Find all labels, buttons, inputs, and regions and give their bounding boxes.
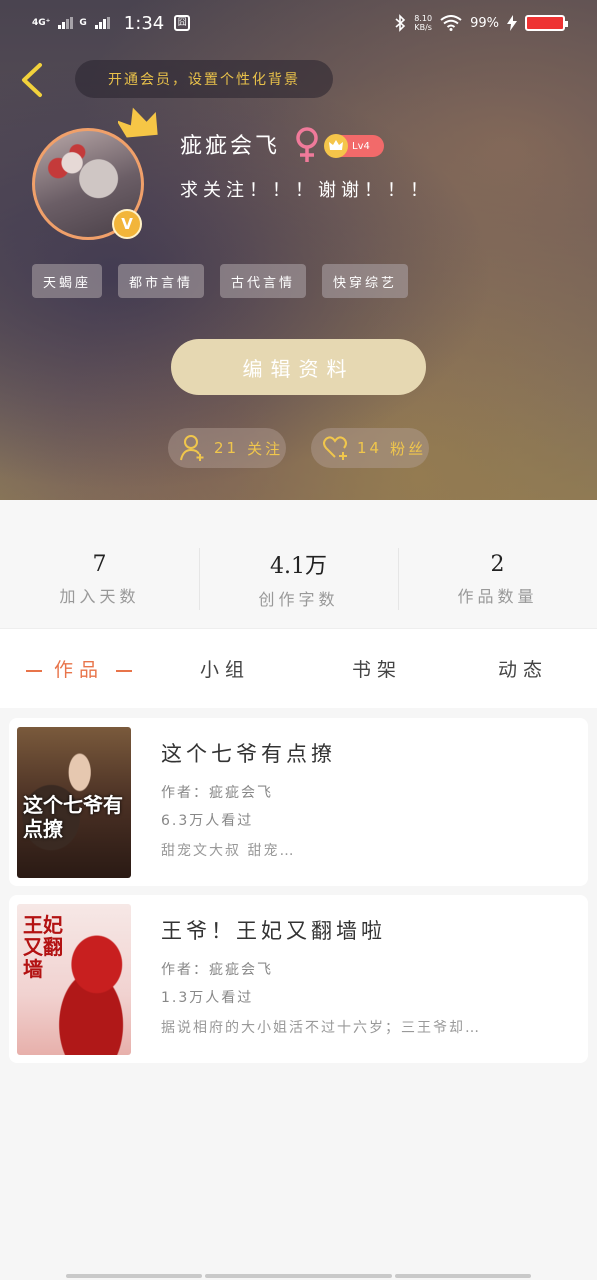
level-text: Lv4 <box>352 140 370 152</box>
stat-label: 作品数量 <box>457 586 538 606</box>
profile-header: 4G⁺ G 1:34 囧 8.10 KB/s 99% 开通会员，设置个性化背景 … <box>0 0 597 500</box>
nav-gesture-bar <box>205 1274 392 1278</box>
battery-icon <box>525 15 568 31</box>
tab-updates[interactable]: 动态 <box>498 655 548 682</box>
tag-item[interactable]: 快穿综艺 <box>322 264 409 298</box>
network-speed: 8.10 KB/s <box>414 14 432 32</box>
clock: 1:34 <box>123 12 165 34</box>
username: 疵疵会飞 <box>180 134 281 159</box>
tab-indicator <box>26 670 42 672</box>
following-button[interactable]: 21 关注 <box>168 428 286 468</box>
speed-value: 8.10 <box>414 14 433 23</box>
fans-count: 14 <box>357 439 383 457</box>
nav-gesture-bar <box>66 1274 202 1278</box>
vip-background-prompt[interactable]: 开通会员，设置个性化背景 <box>75 60 333 98</box>
book-cover: 这个七爷有点撩 <box>17 727 131 878</box>
tab-bookshelf[interactable]: 书架 <box>352 655 402 682</box>
stats-bar: 7 加入天数 4.1万 创作字数 2 作品数量 <box>0 500 597 628</box>
cover-title: 王妃又翻墙 <box>23 913 63 981</box>
back-icon[interactable] <box>18 62 48 98</box>
female-icon <box>296 127 318 162</box>
work-views: 6.3万人看过 <box>161 813 254 829</box>
tag-item[interactable]: 天蝎座 <box>32 264 103 298</box>
stat-join-days: 7 加入天数 <box>0 500 199 628</box>
heart-add-icon <box>323 436 347 460</box>
profile-tabs: 作品 小组 书架 动态 <box>0 628 597 708</box>
work-views: 1.3万人看过 <box>161 990 254 1006</box>
tab-works[interactable]: 作品 <box>26 655 133 682</box>
stat-word-count: 4.1万 创作字数 <box>199 500 398 628</box>
crown-icon <box>118 107 158 138</box>
stat-label: 加入天数 <box>59 586 140 606</box>
tab-works-label: 作品 <box>54 659 105 681</box>
notification-icon: 囧 <box>174 15 191 31</box>
tag-item[interactable]: 古代言情 <box>220 264 307 298</box>
stat-works-count: 2 作品数量 <box>398 500 597 628</box>
stat-value: 4.1万 <box>270 554 327 579</box>
tag-item[interactable]: 都市言情 <box>118 264 205 298</box>
speed-unit: KB/s <box>414 23 432 32</box>
level-crown-icon <box>324 134 348 158</box>
level-badge: Lv4 <box>324 134 384 158</box>
work-author: 作者：疵疵会飞 <box>161 962 273 978</box>
stat-value: 2 <box>490 551 505 577</box>
stat-label: 创作字数 <box>258 590 339 609</box>
following-label: 关注 <box>247 439 284 458</box>
verified-badge: V <box>112 209 142 239</box>
network-type-2: G <box>79 18 87 28</box>
following-count: 21 <box>214 439 240 457</box>
work-author: 作者：疵疵会飞 <box>161 785 273 801</box>
nav-gesture-bar <box>395 1274 531 1278</box>
work-card[interactable]: 这个七爷有点撩 这个七爷有点撩 作者：疵疵会飞 6.3万人看过 甜宠文大叔 甜宠… <box>9 718 588 886</box>
signal-icon <box>58 17 74 29</box>
wifi-icon <box>440 15 462 31</box>
book-cover: 王妃又翻墙 <box>17 904 131 1055</box>
fans-button[interactable]: 14 粉丝 <box>311 428 429 468</box>
tab-indicator <box>116 670 133 672</box>
battery-percent: 99% <box>470 15 499 31</box>
bluetooth-icon <box>395 14 406 32</box>
fans-label: 粉丝 <box>390 439 427 458</box>
work-summary: 甜宠文大叔 甜宠… <box>161 843 296 859</box>
edit-profile-button[interactable]: 编辑资料 <box>171 339 426 395</box>
work-card[interactable]: 王妃又翻墙 王爷！王妃又翻墙啦 作者：疵疵会飞 1.3万人看过 据说相府的大小姐… <box>9 895 588 1063</box>
stat-value: 7 <box>92 551 107 577</box>
work-title: 王爷！王妃又翻墙啦 <box>161 919 386 943</box>
network-type-1: 4G⁺ <box>32 18 51 28</box>
work-summary: 据说相府的大小姐活不过十六岁；三王爷却… <box>161 1020 481 1036</box>
signal-icon <box>94 17 110 29</box>
tag-list: 天蝎座 都市言情 古代言情 快穿综艺 <box>32 264 409 298</box>
cover-title: 这个七爷有点撩 <box>23 793 123 841</box>
user-add-icon <box>180 435 204 461</box>
charging-icon <box>507 15 517 31</box>
tab-groups[interactable]: 小组 <box>200 655 250 682</box>
work-title: 这个七爷有点撩 <box>161 742 336 766</box>
user-signature: 求关注！！！谢谢！！！ <box>180 180 433 201</box>
status-bar: 4G⁺ G 1:34 囧 8.10 KB/s 99% <box>0 0 597 46</box>
